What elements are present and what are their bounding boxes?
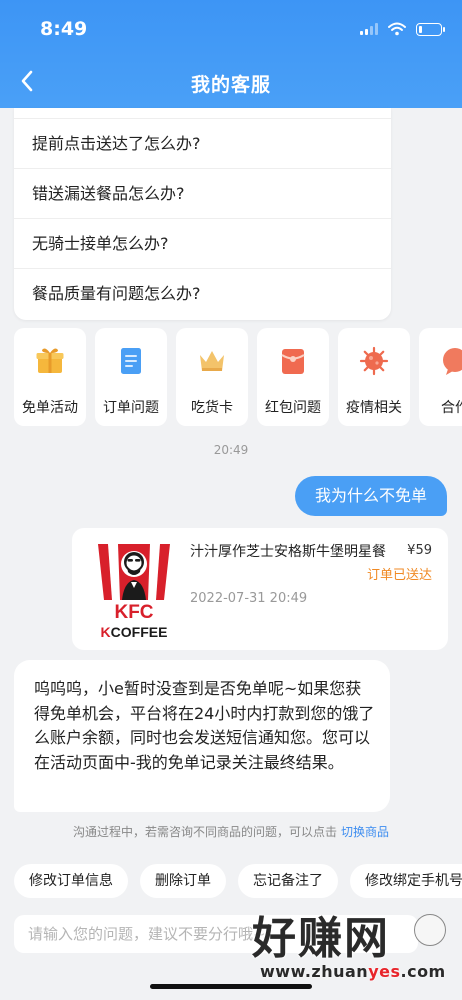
chip-forgot-note[interactable]: 忘记备注了 xyxy=(238,864,338,898)
header: 8:49 我的客服 xyxy=(0,0,462,108)
quick-action-label: 合作 xyxy=(441,400,462,416)
chat-bubble-icon xyxy=(443,348,462,375)
order-card[interactable]: KFC KCOFFEE 汁汁厚作芝士安格斯牛堡明星餐 ¥59 订单已送达 202… xyxy=(72,528,448,650)
switch-product-hint: 沟通过程中，若需咨询不同商品的问题，可以点击 切换商品 xyxy=(0,823,462,840)
battery-level xyxy=(419,25,422,33)
chip-modify-order[interactable]: 修改订单信息 xyxy=(14,864,128,898)
battery-icon xyxy=(416,22,445,36)
switch-product-link[interactable]: 切换商品 xyxy=(341,825,389,839)
page-title: 我的客服 xyxy=(190,74,271,96)
faq-item[interactable]: 餐品质量有问题怎么办? xyxy=(14,268,391,318)
user-message-bubble: 我为什么不免单 xyxy=(294,476,447,516)
red-packet-icon xyxy=(281,349,305,374)
quick-action-cooperation[interactable]: 合作 xyxy=(419,328,462,426)
bot-message-bubble: 呜呜呜，小e暂时没查到是否免单呢~如果您获得免单机会，平台将在24小时内打款到您… xyxy=(14,660,390,812)
faq-card: 提前点击送达了怎么办? 错送漏送餐品怎么办? 无骑士接单怎么办? 餐品质量有问题… xyxy=(14,108,391,320)
faq-item[interactable]: 无骑士接单怎么办? xyxy=(14,218,391,268)
chat-timestamp: 20:49 xyxy=(213,443,249,457)
quick-action-order-issue[interactable]: 订单问题 xyxy=(95,328,167,426)
order-status: 订单已送达 xyxy=(366,568,432,583)
watermark: 好赚网 www.zhuanyes.com xyxy=(252,902,457,992)
hint-text: 沟通过程中，若需咨询不同商品的问题，可以点击 xyxy=(72,825,337,839)
kcoffee-logo-text: KCOFFEE xyxy=(101,624,168,640)
quick-action-label: 订单问题 xyxy=(103,400,159,416)
order-price: ¥59 xyxy=(407,543,432,558)
crown-icon xyxy=(200,351,224,371)
chip-delete-order[interactable]: 删除订单 xyxy=(140,864,226,898)
faq-item[interactable]: 错送漏送餐品怎么办? xyxy=(14,168,391,218)
wifi-icon xyxy=(388,22,406,36)
quick-action-label: 红包问题 xyxy=(265,400,321,416)
order-item-name: 汁汁厚作芝士安格斯牛堡明星餐 xyxy=(190,544,386,560)
quick-action-label: 吃货卡 xyxy=(191,400,233,416)
quick-action-free-order[interactable]: 免单活动 xyxy=(14,328,86,426)
quick-action-label: 疫情相关 xyxy=(346,400,402,416)
status-icons xyxy=(360,22,445,36)
quick-action-label: 免单活动 xyxy=(22,400,78,416)
gift-icon xyxy=(36,348,64,373)
quick-action-red-packet[interactable]: 红包问题 xyxy=(257,328,329,426)
status-time: 8:49 xyxy=(40,18,88,40)
home-indicator xyxy=(150,984,312,989)
quick-action-row: 免单活动 订单问题 吃货卡 红包问题 疫情相关 合 xyxy=(14,328,462,426)
quick-action-epidemic[interactable]: 疫情相关 xyxy=(338,328,410,426)
quick-reply-chips: 修改订单信息 删除订单 忘记备注了 修改绑定手机号 xyxy=(14,864,462,900)
kfc-logo: KFC KCOFFEE xyxy=(98,544,170,640)
faq-item[interactable]: 提前点击送达了怎么办? xyxy=(14,118,391,168)
virus-icon xyxy=(359,346,389,376)
watermark-text: 好赚网 xyxy=(252,913,390,964)
kfc-logo-text: KFC xyxy=(114,602,153,623)
cellular-signal-icon xyxy=(360,23,378,35)
order-date: 2022-07-31 20:49 xyxy=(190,591,308,606)
chip-change-phone[interactable]: 修改绑定手机号 xyxy=(350,864,462,898)
document-icon xyxy=(121,348,141,374)
quick-action-foodie-card[interactable]: 吃货卡 xyxy=(176,328,248,426)
watermark-url: www.zhuanyes.com xyxy=(260,962,446,981)
